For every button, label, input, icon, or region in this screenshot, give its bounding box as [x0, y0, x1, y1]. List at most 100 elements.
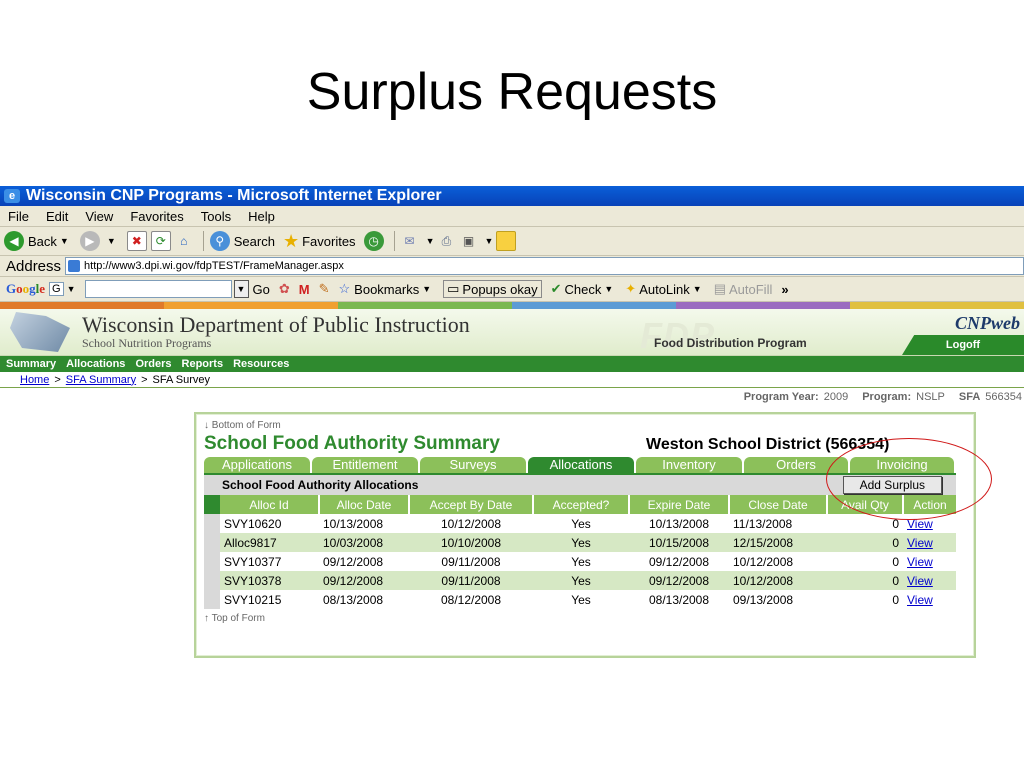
history-icon[interactable]: ◷ [363, 231, 384, 251]
nav-reports[interactable]: Reports [182, 358, 224, 370]
address-input[interactable]: http://www3.dpi.wi.gov/fdpTEST/FrameMana… [65, 257, 1024, 275]
alloc-id: SVY10215 [224, 592, 282, 607]
menu-tools[interactable]: Tools [201, 209, 231, 224]
toolbar-separator [202, 231, 204, 251]
toolbar-separator [393, 231, 395, 251]
window-titlebar: e Wisconsin CNP Programs - Microsoft Int… [0, 186, 1024, 206]
chevron-down-icon: ▼ [106, 236, 116, 246]
close-date: 12/15/2008 [729, 533, 827, 552]
chevron-down-icon[interactable]: ▼ [426, 236, 435, 246]
autofill-button[interactable]: ▤ AutoFill [714, 281, 773, 297]
breadcrumb-home[interactable]: Home [20, 374, 49, 386]
accept-by-date: 09/11/2008 [441, 554, 501, 569]
pagerank-icon[interactable]: ✿ [279, 281, 290, 297]
menu-help[interactable]: Help [248, 209, 275, 224]
fdp-program-name: Food Distribution Program [654, 336, 807, 350]
sfa-number: 566354 [985, 391, 1022, 403]
mail-icon[interactable]: ✉ [401, 232, 419, 250]
google-go-button[interactable]: Go [253, 282, 270, 297]
expire-date: 08/13/2008 [648, 592, 710, 607]
forward-arrow-icon: ▶ [79, 231, 100, 251]
tab-surveys[interactable]: Surveys [420, 457, 526, 473]
back-arrow-icon: ◀ [4, 231, 24, 251]
search-button[interactable]: ⚲ Search [209, 231, 275, 251]
chevron-down-icon[interactable]: ▼ [484, 236, 493, 246]
gmail-icon[interactable]: M [299, 282, 310, 297]
tab-applications[interactable]: Applications [204, 457, 310, 473]
breadcrumb: Home > SFA Summary > SFA Survey [0, 372, 1024, 388]
tab-entitlement[interactable]: Entitlement [312, 457, 418, 473]
allocations-table: Alloc Id Alloc Date Accept By Date Accep… [204, 495, 956, 609]
menu-bar: File Edit View Favorites Tools Help [0, 206, 1024, 227]
address-url: http://www3.dpi.wi.gov/fdpTEST/FrameMana… [84, 260, 344, 272]
tab-orders[interactable]: Orders [744, 457, 848, 473]
spellcheck-button[interactable]: ✔ Check ▼ [551, 281, 617, 297]
autofill-icon: ▤ [713, 281, 726, 296]
wisconsin-map-logo [10, 312, 70, 352]
standard-toolbar: ◀ Back ▼ ▶ ▼ ✖ ⟳ ⌂ ⚲ Search ★ Favorites ◷ … [0, 227, 1024, 256]
alloc-id: Alloc9817 [220, 533, 319, 552]
logoff-button[interactable]: Logoff [902, 335, 1024, 355]
back-button[interactable]: ◀ Back ▼ [4, 231, 72, 251]
view-link[interactable]: View [907, 593, 933, 607]
nav-summary[interactable]: Summary [6, 358, 56, 370]
bookmarks-button[interactable]: ☆ Bookmarks ▼ [339, 281, 435, 297]
view-link[interactable]: View [907, 517, 933, 531]
google-dropdown-button[interactable]: ▼ [233, 280, 249, 298]
tab-inventory[interactable]: Inventory [636, 457, 742, 473]
tab-allocations[interactable]: Allocations [528, 457, 634, 473]
print-icon[interactable]: ⎙ [437, 232, 455, 250]
nav-orders[interactable]: Orders [135, 358, 171, 370]
view-link[interactable]: View [907, 574, 933, 588]
avail-qty: 0 [892, 554, 899, 569]
address-label: Address [6, 257, 62, 275]
autolink-icon: ✦ [625, 281, 637, 296]
google-search-input[interactable] [84, 280, 232, 298]
summary-title: School Food Authority Summary [204, 433, 500, 454]
accept-by-date: 10/10/2008 [409, 533, 533, 552]
bottom-of-form-link[interactable]: ↓ Bottom of Form [204, 420, 974, 431]
forward-button[interactable]: ▶ ▼ [79, 231, 119, 251]
google-menu-button[interactable]: G ▼ [49, 282, 78, 296]
refresh-icon[interactable]: ⟳ [150, 231, 171, 251]
alloc-date: 09/12/2008 [319, 571, 409, 590]
nav-allocations[interactable]: Allocations [66, 358, 125, 370]
expire-date: 10/13/2008 [648, 516, 710, 531]
more-chevron-icon[interactable]: » [781, 282, 788, 297]
menu-edit[interactable]: Edit [46, 209, 68, 224]
menu-file[interactable]: File [8, 209, 29, 224]
alloc-id: SVY10620 [224, 516, 282, 531]
popups-button[interactable]: ▭ Popups okay [443, 280, 542, 298]
favorites-button[interactable]: ★ Favorites [283, 231, 356, 252]
window-title: Wisconsin CNP Programs - Microsoft Inter… [26, 187, 442, 204]
allocations-section: School Food Authority Allocations Add Su… [204, 473, 956, 609]
view-link[interactable]: View [907, 536, 933, 550]
address-bar: Address http://www3.dpi.wi.gov/fdpTEST/F… [0, 256, 1024, 277]
col-expire-date: Expire Date [629, 495, 730, 514]
edit-icon[interactable]: ▣ [459, 232, 477, 250]
chevron-down-icon: ▼ [59, 236, 69, 246]
row-gutter [204, 571, 220, 590]
home-icon[interactable]: ⌂ [175, 232, 193, 250]
breadcrumb-sfa-summary[interactable]: SFA Summary [66, 374, 136, 386]
top-of-form-link[interactable]: ↑ Top of Form [204, 613, 974, 624]
menu-favorites[interactable]: Favorites [130, 209, 183, 224]
program-year: 2009 [823, 391, 849, 403]
search-icon: ⚲ [209, 231, 230, 251]
col-avail-qty: Avail Qty [827, 495, 904, 514]
expire-date: 09/12/2008 [648, 554, 710, 569]
expire-date: 09/12/2008 [629, 571, 729, 590]
tab-invoicing[interactable]: Invoicing [850, 457, 954, 473]
allocations-section-title: School Food Authority Allocations [222, 478, 419, 492]
stop-icon[interactable]: ✖ [126, 231, 147, 251]
autolink-button[interactable]: ✦ AutoLink ▼ [625, 281, 704, 297]
view-link[interactable]: View [907, 555, 933, 569]
folder-icon[interactable] [496, 231, 517, 251]
add-surplus-button[interactable]: Add Surplus [842, 476, 942, 494]
menu-view[interactable]: View [85, 209, 113, 224]
nav-resources[interactable]: Resources [233, 358, 289, 370]
color-stripe [0, 302, 1024, 309]
news-icon[interactable]: ✎ [319, 281, 330, 297]
breadcrumb-current: SFA Survey [152, 373, 210, 386]
alloc-date: 09/12/2008 [323, 554, 384, 569]
